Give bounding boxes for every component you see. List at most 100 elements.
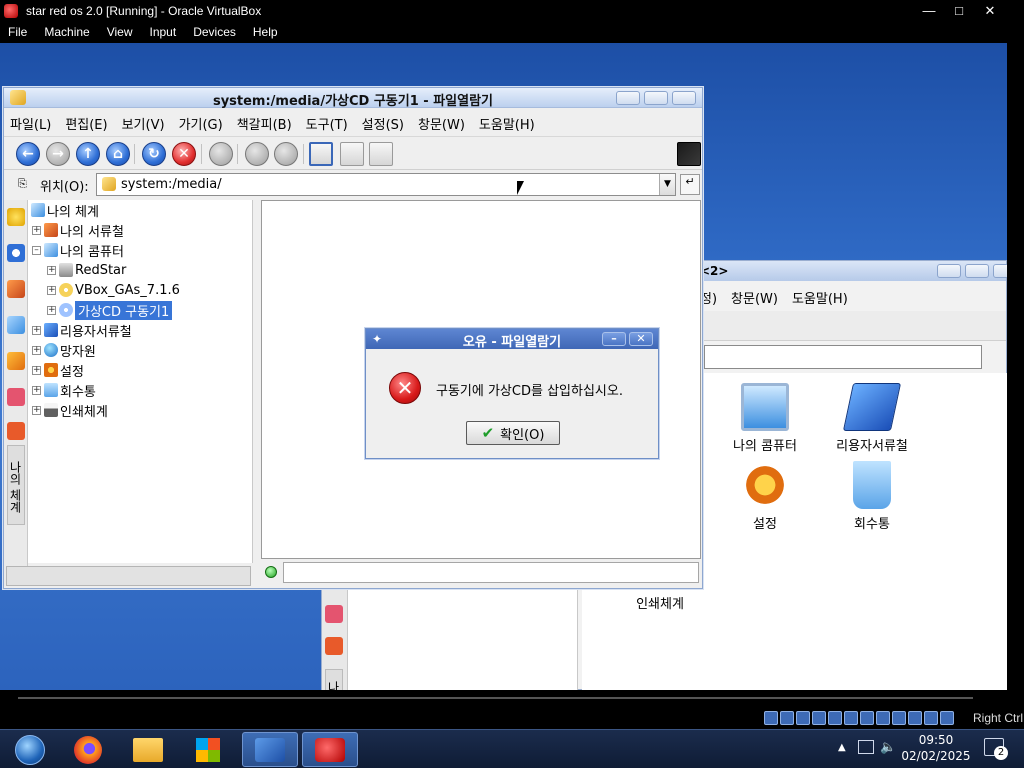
fm-menu-go[interactable]: 가기(G) xyxy=(179,114,223,133)
fm-menu-view[interactable]: 보기(V) xyxy=(122,114,165,133)
history-clock-icon[interactable] xyxy=(7,244,25,262)
system-clock[interactable]: 09:50 02/02/2025 xyxy=(896,732,976,764)
tag-icon[interactable] xyxy=(325,605,343,623)
usb-status-icon[interactable] xyxy=(828,711,842,725)
collapse-icon[interactable]: – xyxy=(32,245,41,255)
volume-tray-icon[interactable]: 🔈 xyxy=(880,740,896,755)
taskbar-store[interactable] xyxy=(180,732,236,767)
back-icon[interactable]: ← xyxy=(16,142,40,166)
expand-icon[interactable]: + xyxy=(32,365,41,375)
bg-minimize-button[interactable] xyxy=(937,264,961,278)
tree-item-vbox-gas[interactable]: + VBox_GAs_7.1.6 xyxy=(47,281,180,299)
zoom-out-icon[interactable] xyxy=(274,142,298,166)
expand-icon[interactable]: + xyxy=(32,385,41,395)
menu-machine[interactable]: Machine xyxy=(44,25,89,39)
tree-item-network[interactable]: + 망자원 xyxy=(32,341,96,360)
preview-view-icon[interactable] xyxy=(369,142,393,166)
desktop-item-trash[interactable]: 회수통 xyxy=(822,461,922,532)
stop-icon[interactable]: ✕ xyxy=(172,142,196,166)
close-button[interactable]: ✕ xyxy=(975,0,1005,21)
pin-icon[interactable] xyxy=(7,422,25,440)
fm-menu-settings[interactable]: 설정(S) xyxy=(362,114,404,133)
taskbar-firefox[interactable] xyxy=(60,732,116,767)
menu-input[interactable]: Input xyxy=(150,25,177,39)
fm-maximize-button[interactable] xyxy=(644,91,668,105)
bg-maximize-button[interactable] xyxy=(965,264,989,278)
fm-close-button[interactable] xyxy=(672,91,696,105)
tree-item-my-documents[interactable]: + 나의 서류철 xyxy=(32,221,124,240)
taskbar-vm-window[interactable] xyxy=(302,732,358,767)
expand-icon[interactable]: + xyxy=(32,405,41,415)
taskbar-virtualbox-manager[interactable] xyxy=(242,732,298,767)
hard-disk-status-icon[interactable] xyxy=(764,711,778,725)
forward-icon[interactable]: → xyxy=(46,142,70,166)
expand-icon[interactable]: + xyxy=(32,345,41,355)
host-horizontal-scrollbar[interactable] xyxy=(18,697,973,699)
bg-menu-window[interactable]: 창문(W) xyxy=(731,288,778,307)
taskbar-file-explorer[interactable] xyxy=(120,732,176,767)
tree-item-trash[interactable]: + 회수통 xyxy=(32,381,96,400)
expand-icon[interactable]: + xyxy=(32,225,41,235)
print-icon[interactable] xyxy=(209,142,233,166)
file-manager-titlebar[interactable]: system:/media/가상CD 구동기1 - 파일열람기 xyxy=(4,88,702,109)
go-button[interactable]: ↵ xyxy=(680,174,700,195)
fm-menu-help[interactable]: 도움말(H) xyxy=(479,114,535,133)
desktop-item-my-computer[interactable]: 나의 콤퓨터 xyxy=(715,383,815,454)
dialog-close-button[interactable]: ✕ xyxy=(629,332,653,346)
recording-status-icon[interactable] xyxy=(876,711,890,725)
menu-devices[interactable]: Devices xyxy=(193,25,236,39)
arrow-status-icon[interactable] xyxy=(924,711,938,725)
maximize-button[interactable]: □ xyxy=(944,0,974,21)
expand-icon[interactable]: + xyxy=(32,325,41,335)
tree-item-my-computer[interactable]: – 나의 콤퓨터 xyxy=(32,241,124,260)
fm-menu-window[interactable]: 창문(W) xyxy=(418,114,465,133)
desktop-item-user-folder[interactable]: 리용자서류철 xyxy=(822,383,922,454)
tree-item-user-folders[interactable]: + 리용자서류철 xyxy=(32,321,132,340)
panel-splitter[interactable] xyxy=(254,200,260,586)
up-icon[interactable]: ↑ xyxy=(76,142,100,166)
menu-view[interactable]: View xyxy=(107,25,133,39)
menu-file[interactable]: File xyxy=(8,25,27,39)
tree-item-virtual-cd-drive[interactable]: + 가상CD 구동기1 xyxy=(47,300,173,320)
home-folder-icon[interactable] xyxy=(7,280,25,298)
fm-menu-edit[interactable]: 편집(E) xyxy=(65,114,107,133)
network-tray-icon[interactable] xyxy=(858,740,874,754)
network-status-icon[interactable] xyxy=(812,711,826,725)
home-icon[interactable]: ⌂ xyxy=(106,142,130,166)
fm-menu-tools[interactable]: 도구(T) xyxy=(306,114,348,133)
error-dialog[interactable]: ✦ 오유 - 파일열람기 – ✕ ✕ 구동기에 가상CD를 삽입하십시오. ✔ … xyxy=(365,328,659,459)
cpu-status-icon[interactable] xyxy=(892,711,906,725)
start-button[interactable] xyxy=(2,732,58,767)
dialog-minimize-button[interactable]: – xyxy=(602,332,626,346)
mouse-integration-status-icon[interactable] xyxy=(908,711,922,725)
services-icon[interactable] xyxy=(7,352,25,370)
zoom-in-icon[interactable] xyxy=(245,142,269,166)
bg-side-tab[interactable]: 나의 체계 xyxy=(325,669,343,690)
fm-menu-bookmarks[interactable]: 책갈피(B) xyxy=(237,114,292,133)
display-status-icon[interactable] xyxy=(860,711,874,725)
background-location-field[interactable] xyxy=(704,345,982,369)
clear-location-icon[interactable]: ⎘ xyxy=(18,177,27,191)
expand-icon[interactable]: + xyxy=(47,285,56,295)
star-bookmark-icon[interactable] xyxy=(7,208,25,226)
tree-item-settings[interactable]: + 설정 xyxy=(32,361,84,380)
show-hidden-icons-chevron-icon[interactable]: ▲ xyxy=(838,742,846,753)
optical-drive-status-icon[interactable] xyxy=(780,711,794,725)
fm-menu-file[interactable]: 파일(L) xyxy=(10,114,51,133)
ok-button[interactable]: ✔ 확인(O) xyxy=(466,421,560,445)
bg-close-button[interactable] xyxy=(993,264,1007,278)
minimize-button[interactable]: — xyxy=(914,0,944,21)
list-view-icon[interactable] xyxy=(340,142,364,166)
reload-icon[interactable]: ↻ xyxy=(142,142,166,166)
location-dropdown-chevron-icon[interactable]: ▼ xyxy=(659,174,675,195)
icon-view-icon[interactable] xyxy=(309,142,333,166)
menu-help[interactable]: Help xyxy=(253,25,278,39)
location-input[interactable]: system:/media/ ▼ xyxy=(96,173,676,196)
network-icon[interactable] xyxy=(7,316,25,334)
pin-icon[interactable] xyxy=(325,637,343,655)
error-dialog-titlebar[interactable]: ✦ 오유 - 파일열람기 – ✕ xyxy=(366,329,658,350)
shared-folders-status-icon[interactable] xyxy=(844,711,858,725)
tree-item-printing[interactable]: + 인쇄체계 xyxy=(32,401,108,420)
tree-item-my-system[interactable]: 나의 체계 xyxy=(31,201,99,220)
fm-minimize-button[interactable] xyxy=(616,91,640,105)
